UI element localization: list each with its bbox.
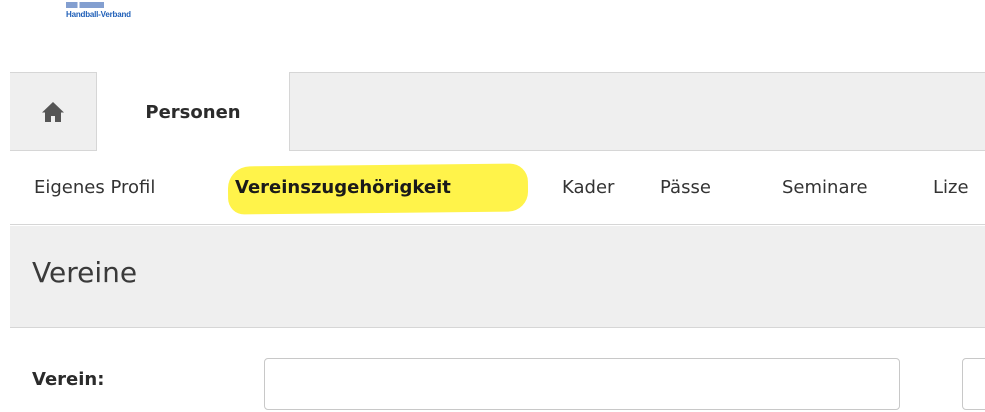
secondary-input[interactable] <box>962 358 985 410</box>
subnav-item-lizenzen[interactable]: Lize <box>933 177 969 198</box>
sub-navigation: Eigenes Profil Vereinszugehörigkeit Kade… <box>10 151 985 225</box>
logo: Handball-Verband <box>66 2 176 28</box>
subnav-item-eigenes-profil[interactable]: Eigenes Profil <box>34 177 155 198</box>
subnav-item-seminare[interactable]: Seminare <box>782 177 868 198</box>
home-icon <box>42 101 64 122</box>
main-tab-bar: Personen <box>10 72 985 152</box>
subnav-item-paesse[interactable]: Pässe <box>660 177 711 198</box>
tab-personen[interactable]: Personen <box>96 72 290 152</box>
section-header: Vereine <box>10 226 985 328</box>
logo-text: Handball-Verband <box>66 10 131 19</box>
subnav-item-vereinszugehoerigkeit[interactable]: Vereinszugehörigkeit <box>235 177 451 198</box>
page-title: Vereine <box>32 256 138 289</box>
logo-mark <box>66 2 104 8</box>
verein-input[interactable] <box>264 358 900 410</box>
verein-label: Verein: <box>32 369 105 390</box>
home-tab[interactable] <box>10 73 96 150</box>
subnav-item-kader[interactable]: Kader <box>562 177 614 198</box>
